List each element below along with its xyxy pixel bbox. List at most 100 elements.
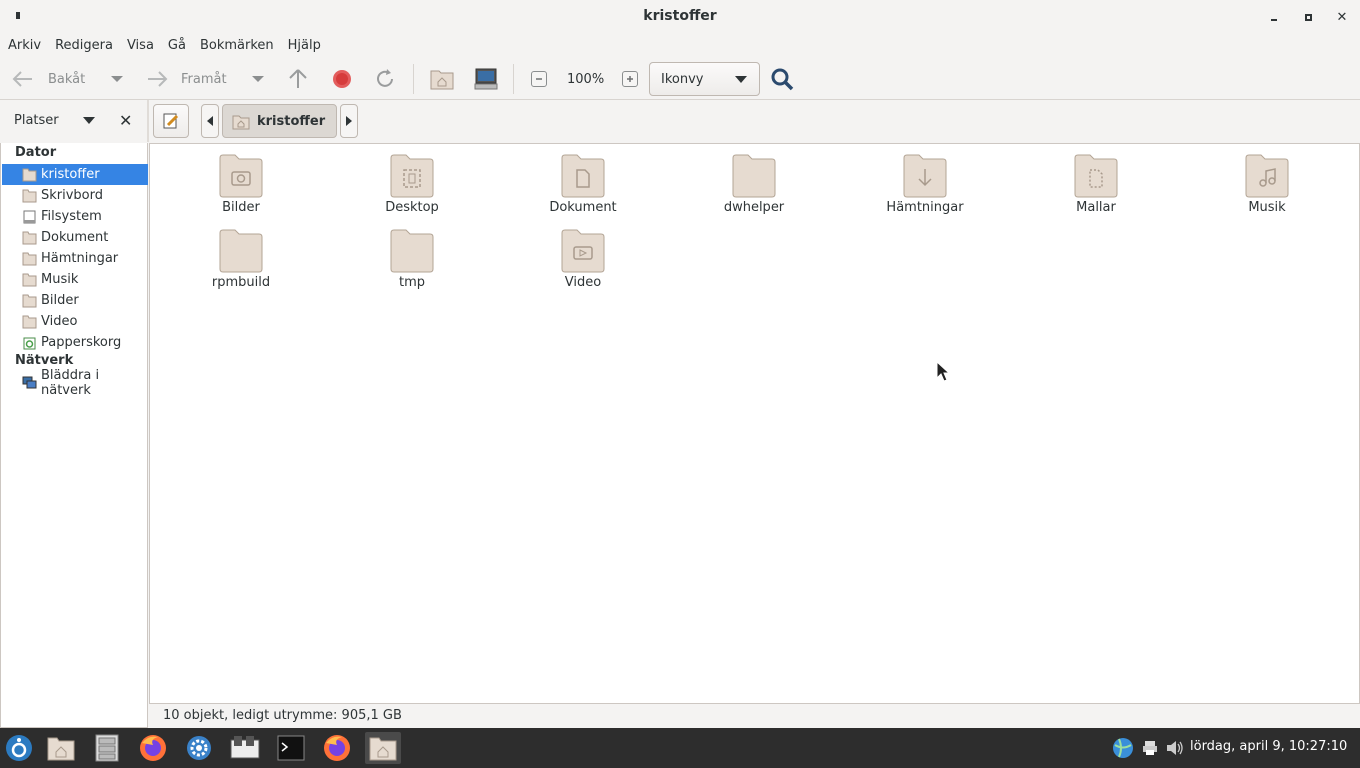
forward-button[interactable]: Framåt [146,58,227,100]
maximize-button[interactable] [1299,8,1317,26]
up-button[interactable] [287,58,309,100]
forward-arrow-icon [146,68,168,90]
clock[interactable]: lördag, april 9, 10:27:10 [1190,739,1347,754]
forward-history-dropdown[interactable] [251,58,265,100]
file-item[interactable]: Desktop [337,152,487,215]
pictures-folder-icon [219,154,263,198]
file-item[interactable]: Dokument [508,152,658,215]
up-arrow-icon [289,69,307,88]
taskbar-file-cabinet[interactable] [91,732,123,764]
reload-button[interactable] [374,58,396,100]
computer-icon [474,68,498,90]
file-item[interactable]: Bilder [166,152,316,215]
sidebar-item-videos[interactable]: Video [2,311,148,332]
taskbar-file-manager-window[interactable] [365,732,401,764]
back-button[interactable]: Bakåt [12,58,85,100]
downloads-folder-icon [22,252,37,265]
taskbar: lördag, april 9, 10:27:10 [0,728,1360,768]
chevron-left-icon [207,116,213,126]
menu-ga[interactable]: Gå [168,34,186,58]
chevron-down-icon[interactable] [83,117,95,124]
close-button[interactable]: ✕ [1333,8,1351,26]
sidebar-item-label: Musik [41,272,79,287]
start-menu-button[interactable] [3,732,35,764]
search-icon [771,68,794,91]
minimize-button[interactable] [1265,8,1283,26]
software-manager-icon [230,736,260,759]
file-name: Mallar [1076,200,1116,215]
home-folder-icon [430,70,454,90]
taskbar-firefox[interactable] [137,732,169,764]
zoom-in-button[interactable] [622,71,638,87]
breadcrumb-right-button[interactable] [340,104,358,138]
terminal-icon [277,735,305,761]
title-bar: kristoffer ✕ [0,0,1360,34]
home-button[interactable] [430,58,454,100]
close-sidebar-icon[interactable]: ✕ [119,111,132,130]
zoom-in-icon [627,76,633,82]
pane-separator[interactable] [147,100,149,142]
toggle-location-entry-button[interactable] [153,104,189,138]
folder-icon [732,154,776,198]
file-item[interactable]: tmp [337,227,487,290]
zoom-out-button[interactable] [531,71,547,87]
sidebar-item-home[interactable]: kristoffer [2,164,148,185]
sidebar-item-label: Dokument [41,230,109,245]
file-item[interactable]: rpmbuild [166,227,316,290]
chevron-down-icon [252,76,264,82]
back-history-dropdown[interactable] [110,58,124,100]
taskbar-terminal[interactable] [275,732,307,764]
menu-visa[interactable]: Visa [127,34,154,58]
menu-arkiv[interactable]: Arkiv [8,34,41,58]
sidebar-item-documents[interactable]: Dokument [2,227,148,248]
taskbar-firefox-window[interactable] [321,732,353,764]
close-icon: ✕ [1336,9,1348,25]
sidebar-item-downloads[interactable]: Hämtningar [2,248,148,269]
places-sidebar: Dator kristoffer Skrivbord Filsystem Dok… [0,143,148,728]
chevron-right-icon [346,116,352,126]
taskbar-settings[interactable] [183,732,215,764]
back-label: Bakåt [48,71,86,87]
music-folder-icon [1245,154,1289,198]
breadcrumb-left-button[interactable] [201,104,219,138]
home-folder-icon [369,737,397,761]
sidebar-item-desktop[interactable]: Skrivbord [2,185,148,206]
file-icon-view[interactable]: Bilder Desktop Dokument dwhelper Hämtnin… [149,143,1360,704]
view-mode-value: Ikonvy [661,71,704,87]
printer-icon [1143,741,1157,755]
sidebar-item-browse-network[interactable]: Bläddra i nätverk [2,368,148,398]
downloads-folder-icon [903,154,947,198]
volume-tray[interactable] [1159,732,1191,764]
stop-button[interactable] [332,58,352,100]
menu-hjalp[interactable]: Hjälp [288,34,321,58]
computer-button[interactable] [474,58,498,100]
documents-folder-icon [22,231,37,244]
mouse-pointer-icon [936,361,950,382]
sidebar-item-music[interactable]: Musik [2,269,148,290]
toolbar-separator [413,64,414,94]
trash-icon [23,337,36,349]
file-item[interactable]: Mallar [1021,152,1171,215]
places-selector-label[interactable]: Platser [14,113,59,128]
file-item[interactable]: Video [508,227,658,290]
toolbar-separator [513,64,514,94]
file-item[interactable]: Musik [1192,152,1342,215]
forward-label: Framåt [181,71,227,87]
sidebar-item-pictures[interactable]: Bilder [2,290,148,311]
sidebar-heading-network: Nätverk [15,353,74,368]
file-item[interactable]: dwhelper [679,152,829,215]
sidebar-heading-computer: Dator [15,145,57,160]
view-mode-select[interactable]: Ikonvy [649,62,760,96]
sidebar-item-trash[interactable]: Papperskorg [2,332,148,353]
sidebar-item-filesystem[interactable]: Filsystem [2,206,148,227]
file-item[interactable]: Hämtningar [850,152,1000,215]
taskbar-software-manager[interactable] [229,732,261,764]
breadcrumb-home[interactable]: kristoffer [222,104,337,138]
menu-bokmarken[interactable]: Bokmärken [200,34,274,58]
search-button[interactable] [770,58,794,100]
mageia-logo-icon [6,735,32,761]
taskbar-home-folder[interactable] [45,732,77,764]
menu-redigera[interactable]: Redigera [55,34,113,58]
sidebar-item-label: Bläddra i nätverk [41,367,100,398]
file-name: Desktop [385,200,439,215]
